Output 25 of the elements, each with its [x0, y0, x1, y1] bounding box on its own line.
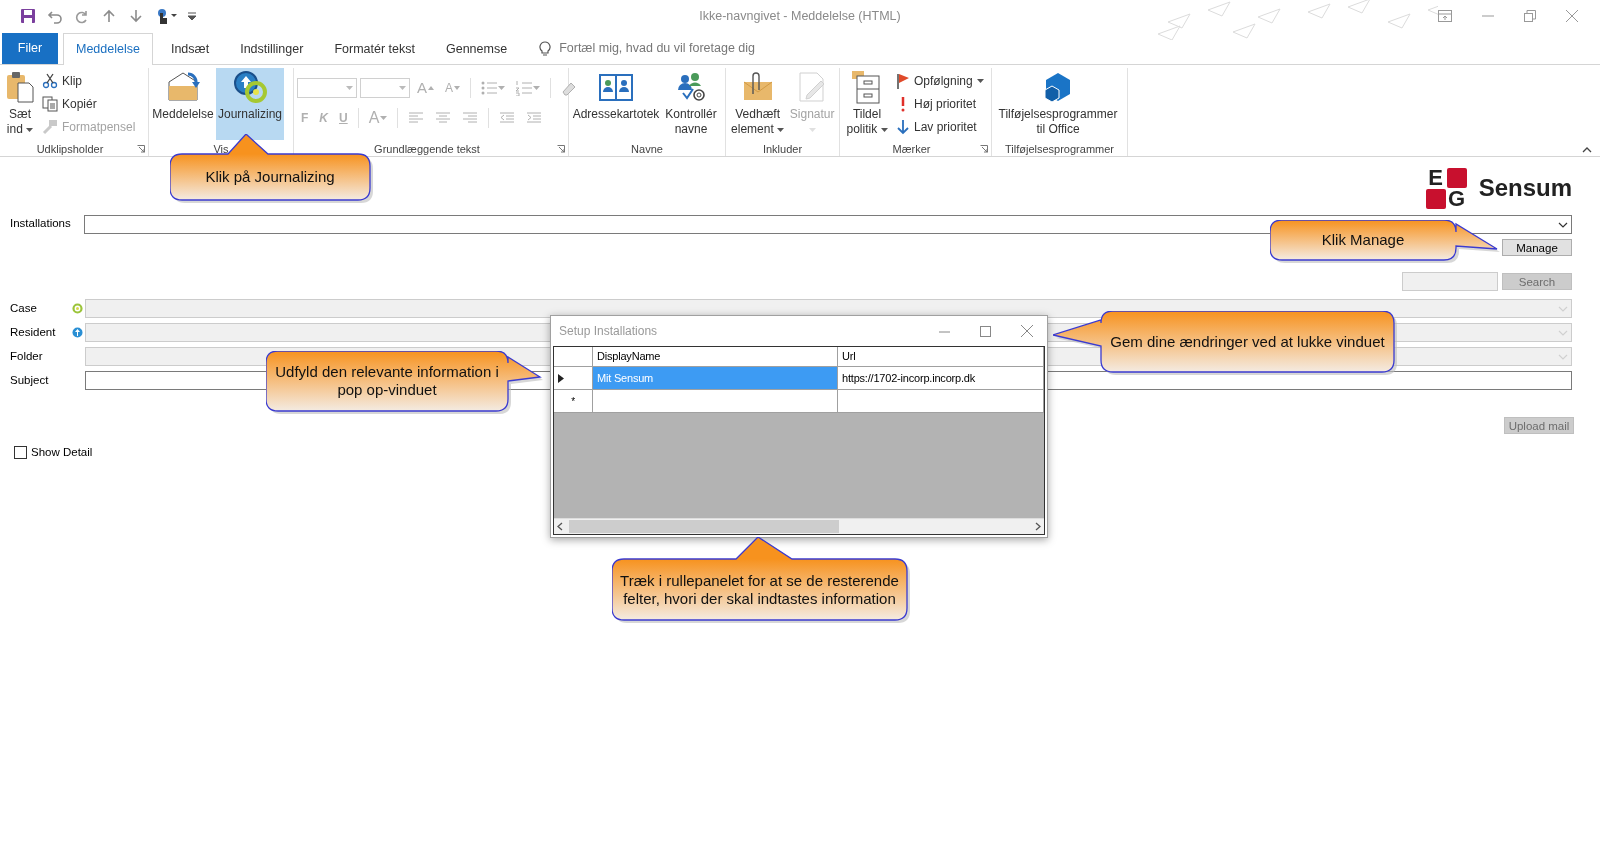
window-title: Ikke-navngivet - Meddelelse (HTML)	[699, 7, 901, 25]
dialog-title: Setup Installations	[559, 323, 658, 340]
callout: Udfyld den relevante information i pop op-vinduet	[266, 351, 544, 415]
group-label: Tilføjelsesprogrammer	[1004, 141, 1115, 157]
logo-letter: E	[1427, 167, 1444, 188]
group-label: Navne	[630, 141, 664, 157]
callout: Træk i rullepanelet for at se de resterende felter, hvori der skal indtastes information	[612, 537, 911, 624]
callout: Gem dine ændringer ved at lukke vinduet	[1053, 311, 1398, 376]
row-header: *	[554, 390, 593, 413]
callout: Klik Manage	[1270, 220, 1501, 264]
field-label: Folder	[10, 348, 44, 364]
checkbox-label: Show Detail	[31, 445, 93, 460]
field-label: Subject	[10, 372, 50, 388]
logo-text: Sensum	[1478, 173, 1572, 203]
field-label: Case	[10, 300, 38, 316]
group-label: Mærker	[891, 141, 932, 157]
column-header: DisplayName	[593, 347, 838, 367]
field-label: Resident	[10, 324, 57, 340]
group-label: Inkluder	[761, 141, 804, 157]
field-label: Installations	[10, 216, 72, 231]
group-label: Udklipsholder	[35, 141, 105, 157]
group-label: Vis	[212, 141, 230, 157]
logo-letter: G	[1447, 188, 1467, 209]
group-label: Grundlæggende tekst	[373, 141, 481, 157]
column-header: Url	[838, 347, 1044, 367]
